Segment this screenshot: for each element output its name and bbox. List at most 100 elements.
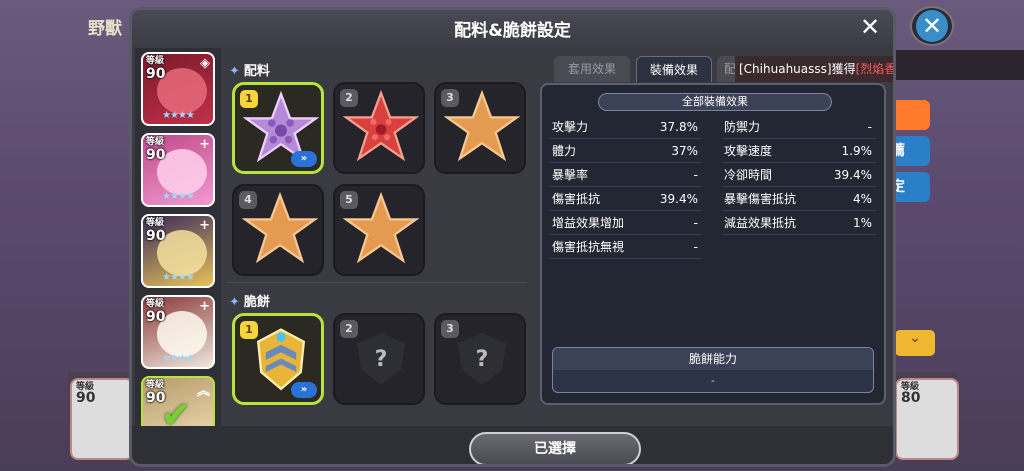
biscuit-ability-value: -	[711, 374, 715, 387]
slot-number: 2	[340, 320, 358, 338]
plus-icon: +	[199, 137, 210, 152]
stat-value: 37%	[671, 144, 698, 158]
shield-icon: ◈	[200, 56, 210, 71]
level-label: 等級	[146, 137, 165, 147]
stat-name: 體力	[552, 144, 577, 158]
chevron-up-icon: ︽	[196, 384, 210, 399]
stat-row: 暴擊率 -	[550, 163, 702, 187]
stat-value: 39.4%	[833, 168, 872, 182]
stat-name: 傷害抵抗	[552, 192, 601, 206]
cookie-card[interactable]: 等級 90 ◈ ★★★★	[141, 52, 215, 126]
toppings-section-label: ✦ 配料	[229, 60, 270, 79]
star-rating-icon: ★★★★	[162, 191, 195, 202]
upgrade-arrow-icon[interactable]: »	[291, 382, 317, 398]
slot-number: 3	[441, 320, 459, 338]
level-value: 90	[76, 390, 96, 406]
level-label: 等級	[146, 218, 165, 228]
tab-applied-effects[interactable]: 套用效果	[554, 56, 630, 82]
background-cookie-card[interactable]: 等級 80	[895, 378, 959, 460]
tab-equipped-effects[interactable]: 裝備效果	[636, 56, 712, 82]
stat-name: 防禦力	[724, 120, 761, 134]
star-rating-icon: ★★★★	[162, 353, 195, 364]
cookie-card[interactable]: 等級 90 + ★★★★	[141, 133, 215, 207]
biscuit-slot-3[interactable]: ? 3	[434, 313, 526, 405]
topping-slot-3[interactable]: 3	[434, 82, 526, 174]
modal-footer: 已選擇	[132, 426, 893, 467]
stat-row: 防禦力 -	[722, 115, 876, 139]
stat-row: 暴擊傷害抵抗 4%	[722, 187, 876, 211]
close-icon: ✕	[916, 10, 948, 42]
notice-cookie-name: [烈焰香料餅乾]	[855, 62, 896, 76]
stat-name: 暴擊傷害抵抗	[724, 192, 797, 206]
stat-value: 4%	[852, 192, 872, 206]
stat-name: 增益效果增加	[552, 216, 625, 230]
stat-value: 1%	[852, 216, 872, 230]
biscuit-ability-box: 脆餅能力 -	[552, 347, 874, 393]
scrollbar[interactable]	[382, 466, 642, 467]
effects-panel: 全部裝備效果 攻擊力 37.8% 體力 37% 暴擊率 - 傷害抵抗 39.4% 增益效…	[540, 83, 886, 405]
stat-row: 減益效果抵抗 1%	[722, 211, 876, 235]
topping-slot-4[interactable]: 4	[232, 184, 324, 276]
biscuits-section-label: ✦ 脆餅	[229, 291, 270, 310]
stat-name: 攻擊速度	[724, 144, 773, 158]
stat-value: -	[693, 240, 698, 254]
notice-text: [Chihuahuasss]獲得	[739, 62, 856, 76]
biscuits-label: 脆餅	[243, 295, 270, 310]
stat-value: -	[693, 216, 698, 230]
level-value: 80	[901, 390, 921, 406]
slot-number: 3	[441, 89, 459, 107]
topping-biscuit-modal: 配料&脆餅設定 ✕ 等級 90 ◈ ★★★★ 等級 90 + ★★★★ 等級 90 +…	[129, 7, 896, 467]
background-cookie-card[interactable]: 等級 90	[70, 378, 134, 460]
plus-icon: +	[199, 218, 210, 233]
stat-value: 37.8%	[659, 120, 698, 134]
slot-number: 5	[340, 191, 358, 209]
background-strip	[880, 50, 1024, 80]
cookie-card[interactable]: 等級 90 + ★★★★	[141, 214, 215, 288]
slot-number: 2	[340, 89, 358, 107]
level-value: 90	[146, 228, 166, 244]
toppings-label: 配料	[243, 64, 270, 79]
star-rating-icon: ★★★★	[162, 110, 195, 121]
dropdown-chevron-icon[interactable]: ⌄	[895, 330, 935, 356]
unknown-biscuit-icon: ?	[458, 333, 506, 385]
upgrade-arrow-icon[interactable]: »	[291, 151, 317, 167]
stat-value: 1.9%	[841, 144, 873, 158]
topping-slot-2[interactable]: 2	[333, 82, 425, 174]
plus-icon: +	[199, 299, 210, 314]
slot-number: 4	[239, 191, 257, 209]
stat-value: -	[867, 120, 872, 134]
biscuit-ability-header: 脆餅能力	[553, 348, 873, 370]
modal-header: 配料&脆餅設定 ✕	[132, 10, 893, 46]
topping-slot-1[interactable]: 1 »	[232, 82, 324, 174]
topping-slot-5[interactable]: 5	[333, 184, 425, 276]
stat-name: 減益效果抵抗	[724, 216, 797, 230]
cookie-list: 等級 90 ◈ ★★★★ 等級 90 + ★★★★ 等級 90 + ★★★★ 等級 90…	[135, 48, 221, 450]
stat-row: 傷害抵抗 39.4%	[550, 187, 702, 211]
stat-row: 增益效果增加 -	[550, 211, 702, 235]
selected-button[interactable]: 已選擇	[469, 432, 641, 464]
biscuit-slot-1[interactable]: 1 »	[232, 313, 324, 405]
sparkle-icon: ✦	[229, 295, 240, 310]
slot-number: 1	[240, 90, 258, 108]
unknown-biscuit-icon: ?	[357, 333, 405, 385]
star-rating-icon: ★★★★	[162, 272, 195, 283]
biscuit-slot-2[interactable]: ? 2	[333, 313, 425, 405]
background-title: 野獸	[88, 19, 122, 39]
cookie-card[interactable]: 等級 90 + ★★★★	[141, 295, 215, 369]
effects-header: 全部裝備效果	[598, 93, 832, 111]
stat-row: 體力 37%	[550, 139, 702, 163]
stat-name: 冷卻時間	[724, 168, 773, 182]
level-label: 等級	[146, 299, 165, 309]
stat-value: -	[693, 168, 698, 182]
level-label: 等級	[146, 380, 165, 390]
stat-row: 攻擊力 37.8%	[550, 115, 702, 139]
stat-name: 攻擊力	[552, 120, 589, 134]
stat-name: 暴擊率	[552, 168, 589, 182]
level-value: 90	[146, 147, 166, 163]
modal-title: 配料&脆餅設定	[454, 20, 571, 41]
stat-row: 攻擊速度 1.9%	[722, 139, 876, 163]
background-close-button[interactable]: ✕	[910, 6, 954, 46]
stat-row: 傷害抵抗無視 -	[550, 235, 702, 259]
close-icon[interactable]: ✕	[857, 14, 883, 40]
stat-row: 冷卻時間 39.4%	[722, 163, 876, 187]
